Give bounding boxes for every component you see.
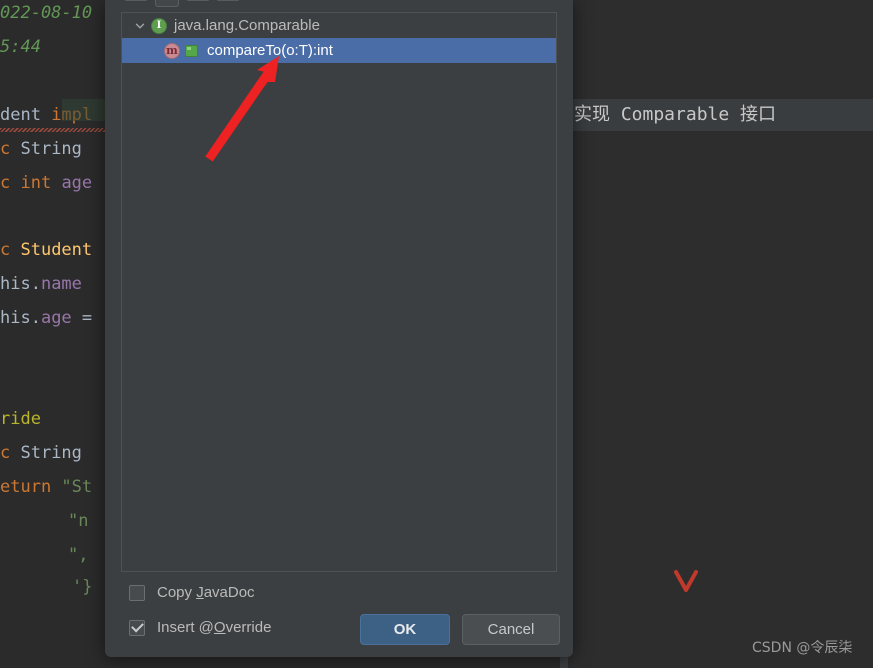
- dialog-toolbar[interactable]: [125, 0, 255, 7]
- method-icon: m: [164, 42, 180, 59]
- member-tree-panel[interactable]: I java.lang.Comparable m compareTo(o:T):…: [121, 12, 557, 572]
- checkbox-copy-javadoc-box[interactable]: [129, 584, 145, 601]
- code-line: his.age =: [0, 309, 92, 327]
- chevron-down-icon[interactable]: [132, 18, 148, 34]
- code-line: c String: [0, 140, 82, 158]
- checkbox-insert-override[interactable]: Insert @Override: [129, 619, 271, 636]
- code-token-field: age: [40, 308, 72, 328]
- public-visibility-icon: [185, 44, 198, 57]
- ok-button[interactable]: OK: [360, 614, 450, 645]
- toolbar-button-3[interactable]: [187, 0, 209, 1]
- code-token-field: age: [61, 173, 93, 193]
- code-token-comment: 022-08-10: [0, 3, 93, 23]
- code-token-string: "St: [61, 477, 93, 497]
- label-part-before: Copy: [157, 584, 197, 601]
- code-token-class: Student: [20, 240, 93, 260]
- tree-node-method-label: compareTo(o:T):int: [207, 42, 333, 59]
- code-line: ride: [0, 410, 41, 428]
- csdn-watermark: CSDN @令辰柒: [752, 640, 853, 656]
- code-keyword-highlight: [62, 99, 108, 121]
- tree-node-method[interactable]: m compareTo(o:T):int: [122, 38, 556, 63]
- code-line: his.name: [0, 275, 82, 293]
- code-token-keyword: eturn: [0, 477, 62, 497]
- label-part-before: Insert @: [157, 619, 214, 636]
- toolbar-button-2[interactable]: [155, 0, 179, 7]
- code-token-keyword: c: [0, 173, 21, 193]
- tree-node-interface-label: java.lang.Comparable: [174, 17, 320, 34]
- highlighted-code-line-text: 实现 Comparable 接口: [574, 104, 777, 125]
- code-token-plain: =: [71, 308, 93, 328]
- code-token-annot: ride: [0, 409, 41, 429]
- checkbox-copy-javadoc-label: Copy JavaDoc: [157, 584, 255, 601]
- label-mnemonic: O: [213, 619, 226, 636]
- code-line: '}: [72, 578, 92, 596]
- code-token-string: '}: [72, 577, 93, 597]
- code-token-ident: his.: [0, 274, 41, 294]
- code-token-keyword: c: [0, 240, 21, 260]
- code-token-comment: 5:44: [0, 37, 41, 57]
- code-line: c int age: [0, 174, 92, 192]
- code-line: c String: [0, 444, 82, 462]
- select-methods-dialog: I java.lang.Comparable m compareTo(o:T):…: [105, 0, 573, 657]
- code-line: c Student: [0, 241, 92, 259]
- code-token-type: String: [20, 139, 82, 159]
- code-line: "n: [68, 512, 88, 530]
- checkbox-insert-override-label: Insert @Override: [157, 619, 271, 636]
- code-token-keyword: int: [20, 173, 62, 193]
- label-part-after: verride: [225, 619, 272, 636]
- dialog-button-bar: OK Cancel: [360, 614, 560, 645]
- toolbar-button-1[interactable]: [125, 0, 147, 1]
- checkbox-copy-javadoc[interactable]: Copy JavaDoc: [129, 584, 255, 601]
- code-line: eturn "St: [0, 478, 92, 496]
- code-token-keyword: c: [0, 139, 21, 159]
- code-token-ident: dent: [0, 105, 52, 125]
- dialog-footer: Copy JavaDoc Insert @Override OK Cancel: [105, 578, 573, 657]
- label-part-after: avaDoc: [203, 584, 255, 601]
- code-line: 022-08-10: [0, 4, 92, 22]
- label-mnemonic: J: [196, 584, 204, 601]
- code-token-field: name: [40, 274, 82, 294]
- code-token-keyword: c: [0, 443, 21, 463]
- code-line: 5:44: [0, 38, 41, 56]
- code-token-string: "n: [68, 511, 89, 531]
- interface-icon: I: [151, 17, 167, 34]
- code-token-string: ",: [68, 545, 89, 565]
- checkbox-insert-override-box[interactable]: [129, 619, 145, 636]
- cancel-button[interactable]: Cancel: [462, 614, 560, 645]
- code-token-ident: his.: [0, 308, 41, 328]
- tree-node-interface[interactable]: I java.lang.Comparable: [122, 13, 556, 38]
- code-error-underline: [0, 128, 108, 132]
- code-line: ",: [68, 546, 88, 564]
- code-token-type: String: [20, 443, 82, 463]
- toolbar-button-4[interactable]: [217, 0, 239, 1]
- dialog-titlebar: [105, 0, 573, 10]
